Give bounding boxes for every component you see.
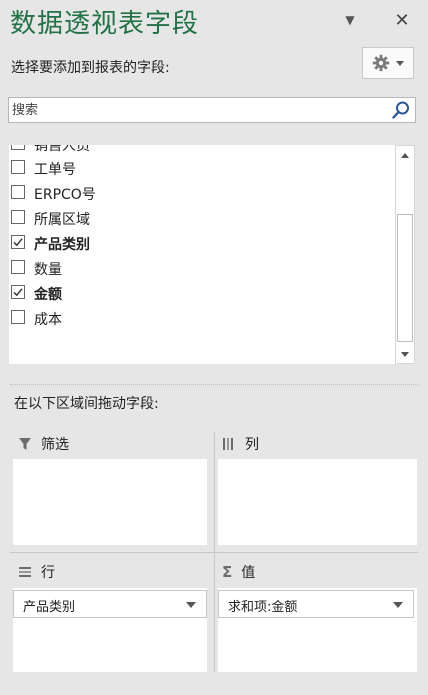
field-item[interactable]: 金额 [9, 281, 395, 305]
values-field-dropdown[interactable]: 求和项:金额 [218, 590, 414, 618]
field-checkbox[interactable] [11, 145, 25, 150]
field-label: 所属区域 [34, 212, 90, 228]
chevron-down-icon [186, 602, 196, 608]
rows-field-label: 产品类别 [23, 600, 76, 615]
field-item[interactable]: 工单号 [9, 156, 395, 180]
field-item[interactable]: 所属区域 [9, 206, 395, 230]
columns-area-header: 列 [222, 434, 259, 454]
search-input[interactable] [9, 98, 389, 122]
field-label: ERPCO号 [34, 187, 96, 203]
tools-button[interactable] [362, 47, 414, 79]
close-icon: ✕ [394, 9, 410, 31]
rows-area-label: 行 [41, 565, 55, 581]
checkmark-icon [13, 238, 23, 247]
field-checkbox[interactable] [11, 310, 25, 324]
field-label: 金额 [34, 287, 62, 303]
field-item[interactable]: 数量 [9, 256, 395, 280]
chevron-down-icon [396, 60, 404, 66]
filters-area-header: 筛选 [18, 434, 69, 454]
values-field-label: 求和项:金额 [228, 600, 298, 615]
values-area-header: Σ 值 [222, 562, 255, 582]
field-checkbox[interactable] [11, 185, 25, 199]
chevron-down-icon [393, 602, 403, 608]
chevron-up-icon [401, 152, 409, 158]
chevron-down-icon: ▼ [345, 13, 355, 27]
field-item[interactable]: 销售人员 [9, 145, 395, 156]
gear-icon [372, 54, 390, 72]
columns-icon [223, 438, 233, 450]
field-checkbox[interactable] [11, 210, 25, 224]
field-label: 销售人员 [34, 145, 90, 154]
field-label: 产品类别 [34, 237, 90, 253]
field-label: 数量 [34, 262, 62, 278]
panel-title: 数据透视表字段 [10, 9, 200, 39]
field-list: 销售人员 工单号 ERPCO号 所属区域 产品类别 数量 金额 成本 [9, 145, 395, 364]
field-label: 工单号 [34, 162, 76, 178]
sigma-icon: Σ [222, 563, 233, 581]
field-item[interactable]: 产品类别 [9, 231, 395, 255]
field-item[interactable]: 成本 [9, 306, 395, 330]
search-icon[interactable] [391, 100, 411, 120]
section-divider [10, 384, 418, 385]
task-pane-options-button[interactable]: ▼ [338, 8, 362, 32]
filters-area-label: 筛选 [41, 437, 69, 453]
scroll-up-button[interactable] [396, 146, 414, 164]
field-item[interactable]: ERPCO号 [9, 181, 395, 205]
rows-area-header: 行 [18, 562, 55, 582]
search-box [8, 97, 416, 123]
area-separator [10, 552, 418, 553]
field-list-subtitle: 选择要添加到报表的字段: [11, 60, 170, 76]
filter-icon [19, 438, 31, 450]
field-label: 成本 [34, 312, 62, 328]
filters-drop-area[interactable] [13, 459, 207, 545]
drag-instruction: 在以下区域间拖动字段: [14, 396, 159, 412]
columns-drop-area[interactable] [218, 459, 417, 545]
scroll-thumb[interactable] [397, 214, 413, 342]
rows-field-dropdown[interactable]: 产品类别 [13, 590, 207, 618]
field-checkbox[interactable] [11, 285, 25, 299]
checkmark-icon [13, 288, 23, 297]
values-area-label: 值 [241, 565, 256, 581]
chevron-down-icon [401, 351, 409, 357]
field-checkbox[interactable] [11, 260, 25, 274]
scroll-down-button[interactable] [396, 345, 414, 363]
field-checkbox[interactable] [11, 235, 25, 249]
columns-area-label: 列 [245, 437, 259, 453]
field-checkbox[interactable] [11, 160, 25, 174]
rows-icon [19, 567, 31, 577]
close-button[interactable]: ✕ [388, 6, 416, 34]
field-list-scrollbar[interactable] [395, 145, 415, 364]
